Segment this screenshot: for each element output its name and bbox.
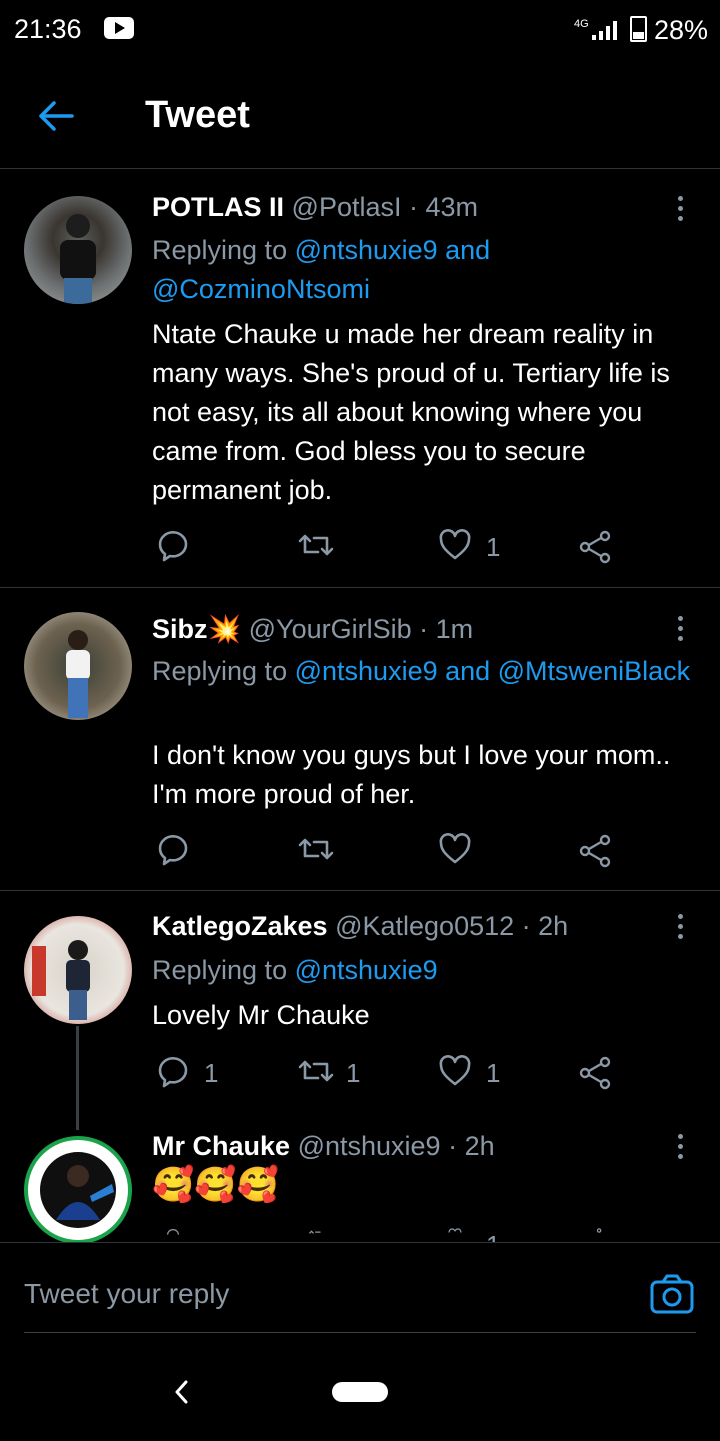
tweet-text: Ntate Chauke u made her dream reality in…: [152, 319, 670, 505]
heart-icon: [439, 1055, 471, 1086]
reply-icon: [158, 531, 188, 562]
avatar[interactable]: [24, 916, 132, 1024]
retweet-button[interactable]: [298, 832, 378, 872]
retweet-icon: [298, 838, 334, 860]
retweet-count: 1: [346, 1058, 361, 1088]
page-title: Tweet: [145, 94, 250, 136]
reply-button[interactable]: [156, 832, 236, 872]
like-count: 1: [486, 1230, 500, 1242]
share-icon[interactable]: [578, 834, 612, 868]
tweet-text: 🥰🥰🥰: [152, 1166, 280, 1204]
retweet-icon: [308, 1230, 321, 1234]
tweet-divider: [0, 587, 720, 588]
like-count: 1: [486, 532, 501, 562]
more-options-icon[interactable]: [670, 1134, 690, 1164]
retweet-icon: [298, 1060, 334, 1082]
replying-to-links[interactable]: @ntshuxie9: [295, 955, 438, 985]
reply-icon: [158, 835, 188, 866]
tweet-actions-partial: 1: [0, 1228, 720, 1242]
compose-underline: [24, 1332, 696, 1333]
heart-icon: [448, 1228, 462, 1233]
battery-icon: [630, 16, 647, 42]
share-icon: [596, 1228, 602, 1233]
avatar[interactable]: [24, 612, 132, 720]
reply-input[interactable]: Tweet your reply: [24, 1278, 229, 1310]
author-name[interactable]: Sibz💥: [152, 614, 241, 644]
share-icon[interactable]: [578, 1056, 612, 1090]
author-handle[interactable]: @ntshuxie9: [298, 1131, 441, 1161]
tweet-divider: [0, 890, 720, 891]
reply-icon: [158, 1057, 188, 1088]
retweet-button[interactable]: 1: [298, 1054, 378, 1094]
camera-icon[interactable]: [650, 1274, 694, 1314]
replying-to: Replying to @ntshuxie9: [152, 951, 692, 990]
reply-count: 1: [204, 1058, 219, 1088]
like-button[interactable]: [438, 832, 518, 872]
system-back-icon[interactable]: [172, 1378, 192, 1406]
header-divider: [0, 168, 720, 169]
thread-line: [76, 1026, 79, 1130]
heart-icon: [439, 529, 471, 560]
replying-prefix: Replying to: [152, 235, 288, 265]
signal-icon: [592, 21, 617, 40]
like-button[interactable]: 1: [438, 528, 518, 568]
tweet-time: · 2h: [448, 1131, 495, 1161]
tweet-meta: Sibz💥 @YourGirlSib · 1m: [152, 613, 473, 645]
retweet-icon: [298, 534, 334, 556]
replying-prefix: Replying to: [152, 656, 288, 686]
compose-area: [0, 1242, 720, 1441]
retweet-button[interactable]: [298, 528, 378, 568]
heart-icon: [439, 833, 471, 864]
replying-to-links[interactable]: @ntshuxie9 and @MtsweniBlack: [295, 656, 691, 686]
reply-icon: [167, 1229, 179, 1235]
more-options-icon[interactable]: [670, 196, 690, 226]
author-name[interactable]: POTLAS II: [152, 192, 284, 222]
reply-button[interactable]: [156, 528, 236, 568]
replying-to: Replying to @ntshuxie9 and @CozminoNtsom…: [152, 231, 692, 309]
more-options-icon[interactable]: [670, 616, 690, 646]
like-button[interactable]: 1: [438, 1054, 518, 1094]
tweet-meta: Mr Chauke @ntshuxie9 · 2h: [152, 1131, 495, 1162]
replying-prefix: Replying to: [152, 955, 288, 985]
author-name[interactable]: Mr Chauke: [152, 1131, 290, 1161]
youtube-notification-icon: [104, 17, 134, 39]
tweet-text: I don't know you guys but I love your mo…: [152, 740, 671, 809]
author-handle[interactable]: @PotlasI: [292, 192, 402, 222]
author-handle[interactable]: @Katlego0512: [335, 911, 514, 941]
tweet-time: · 1m: [419, 614, 474, 644]
author-name[interactable]: KatlegoZakes: [152, 911, 328, 941]
replying-to: Replying to @ntshuxie9 and @MtsweniBlack: [152, 652, 692, 691]
home-pill[interactable]: [332, 1382, 388, 1402]
like-count: 1: [486, 1058, 501, 1088]
more-options-icon[interactable]: [670, 914, 690, 944]
author-handle[interactable]: @YourGirlSib: [249, 614, 412, 644]
battery-percent: 28%: [654, 15, 709, 45]
tweet-time: · 43m: [409, 192, 479, 222]
share-icon[interactable]: [578, 530, 612, 564]
reply-button[interactable]: 1: [156, 1054, 236, 1094]
back-arrow-icon[interactable]: [36, 96, 76, 136]
tweet-meta: POTLAS II @PotlasI · 43m: [152, 192, 478, 223]
tweet-text: Lovely Mr Chauke: [152, 1000, 370, 1030]
tweet-time: · 2h: [521, 911, 569, 941]
avatar[interactable]: [24, 196, 132, 304]
tweet-meta: KatlegoZakes @Katlego0512 · 2h: [152, 911, 568, 942]
status-time: 21:36: [14, 14, 82, 44]
network-type: 4G: [574, 18, 589, 30]
